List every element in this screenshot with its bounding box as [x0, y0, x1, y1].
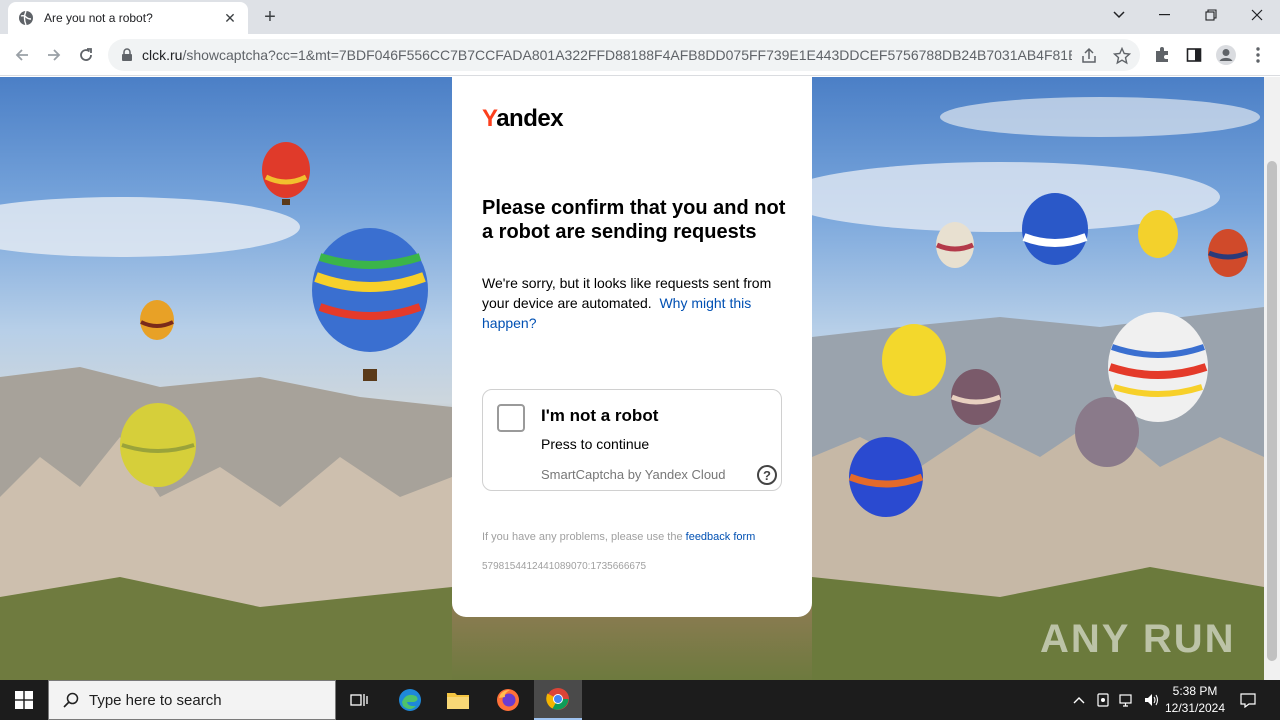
footer-text: If you have any problems, please use the	[482, 531, 683, 543]
extensions-button[interactable]	[1146, 39, 1178, 71]
menu-button[interactable]	[1242, 39, 1274, 71]
forward-arrow-icon	[48, 49, 61, 61]
chevron-up-icon[interactable]	[1071, 692, 1087, 708]
smartcaptcha-widget[interactable]: I'm not a robot Press to continue SmartC…	[482, 389, 782, 491]
firefox-icon	[497, 689, 519, 711]
browser-toolbar: clck.ru/showcaptcha?cc=1&mt=7BDF046F556C…	[0, 34, 1280, 76]
side-panel-icon	[1186, 48, 1202, 62]
feedback-form-link[interactable]: feedback form	[686, 531, 756, 543]
balloon	[1208, 229, 1248, 277]
forward-button[interactable]	[38, 39, 70, 71]
tab-title: Are you not a robot?	[44, 11, 153, 25]
notification-icon[interactable]	[1240, 692, 1256, 708]
balloon	[848, 437, 924, 517]
system-clock[interactable]: 5:38 PM 12/31/2024	[1162, 683, 1228, 717]
chrome-icon	[546, 688, 569, 710]
page-viewport: Yandex Please confirm that you and not a…	[0, 77, 1264, 680]
firefox-button[interactable]	[484, 680, 532, 720]
windows-taskbar: Type here to search 5:38 PM 12/31/2024	[0, 680, 1280, 720]
device-icon[interactable]	[1095, 692, 1111, 708]
yandex-logo: Yandex	[482, 105, 564, 132]
windows-logo-icon	[15, 691, 33, 709]
avatar-icon	[1216, 45, 1236, 65]
captcha-title: I'm not a robot	[541, 406, 659, 425]
profile-button[interactable]	[1210, 39, 1242, 71]
start-button[interactable]	[0, 680, 48, 720]
close-tab-icon[interactable]: ✕	[222, 10, 238, 26]
footer-note: If you have any problems, please use the…	[482, 531, 755, 543]
search-placeholder: Type here to search	[89, 691, 222, 709]
globe-icon	[19, 10, 33, 26]
search-icon	[63, 692, 79, 708]
minimize-button[interactable]	[1142, 0, 1188, 30]
balloon	[951, 369, 1001, 425]
description: We're sorry, but it looks like requests …	[482, 273, 782, 333]
captcha-subtitle: Press to continue	[541, 436, 650, 452]
page-title: Please confirm that you and not a robot …	[482, 197, 786, 243]
url-text: clck.ru/showcaptcha?cc=1&mt=7BDF046F556C…	[142, 47, 1072, 63]
anyrun-watermark: ANY RUN	[1040, 617, 1236, 661]
clock-date: 12/31/2024	[1164, 701, 1226, 715]
bookmark-star-icon[interactable]	[1113, 47, 1131, 65]
task-view-icon	[350, 694, 368, 706]
reload-button[interactable]	[70, 39, 102, 71]
reload-icon	[80, 48, 92, 61]
back-button[interactable]	[6, 39, 38, 71]
address-bar[interactable]: clck.ru/showcaptcha?cc=1&mt=7BDF046F556C…	[108, 39, 1140, 71]
file-explorer-button[interactable]	[434, 680, 482, 720]
balloon	[140, 300, 174, 340]
task-view-button[interactable]	[336, 680, 384, 720]
back-arrow-icon	[15, 49, 28, 61]
chrome-button[interactable]	[534, 680, 582, 720]
volume-icon[interactable]	[1143, 692, 1159, 708]
request-id: 5798154412441089070:1735666675	[482, 561, 647, 572]
restore-button[interactable]	[1188, 0, 1234, 30]
new-tab-button[interactable]: +	[258, 5, 282, 29]
edge-icon	[399, 689, 421, 711]
balloon	[935, 222, 975, 268]
network-icon[interactable]	[1119, 692, 1135, 708]
captcha-brand: SmartCaptcha by Yandex Cloud	[541, 467, 726, 482]
balloon	[262, 142, 310, 205]
tab-strip: Are you not a robot? ✕ +	[0, 0, 1280, 34]
close-window-button[interactable]	[1234, 0, 1280, 30]
balloon	[882, 324, 946, 396]
puzzle-icon	[1156, 47, 1168, 62]
page-scrollbar[interactable]	[1264, 77, 1280, 680]
not-robot-checkbox[interactable]	[497, 404, 525, 432]
help-icon[interactable]: ?	[757, 465, 777, 485]
browser-tab[interactable]: Are you not a robot? ✕	[8, 2, 248, 34]
taskbar-search[interactable]: Type here to search	[48, 680, 336, 720]
edge-button[interactable]	[386, 680, 434, 720]
balloon	[1075, 397, 1139, 467]
side-panel-button[interactable]	[1178, 39, 1210, 71]
clock-time: 5:38 PM	[1172, 684, 1218, 698]
tab-search-icon[interactable]	[1096, 0, 1142, 30]
share-icon[interactable]	[1080, 47, 1098, 65]
balloon	[120, 403, 196, 487]
balloon	[312, 228, 428, 381]
balloon	[1022, 193, 1088, 265]
scrollbar-thumb[interactable]	[1267, 161, 1277, 661]
kebab-menu-icon	[1256, 47, 1260, 63]
balloon	[1138, 210, 1178, 258]
folder-icon	[447, 693, 469, 709]
captcha-card: Yandex Please confirm that you and not a…	[452, 77, 812, 617]
lock-icon	[122, 48, 132, 61]
